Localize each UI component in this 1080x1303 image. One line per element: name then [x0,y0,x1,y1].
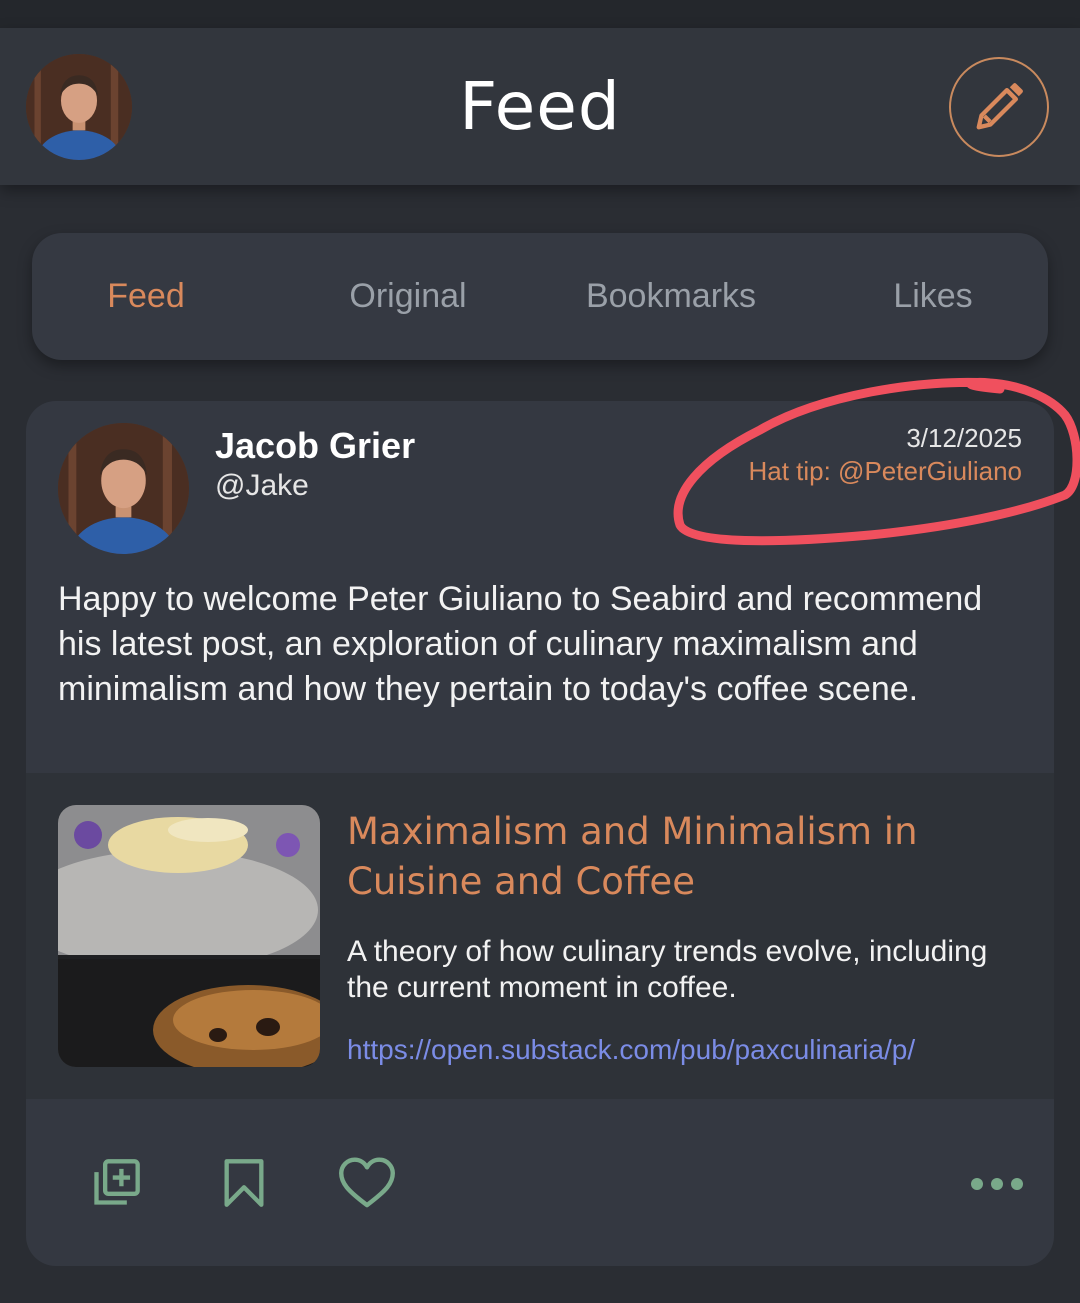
feed-tabs: Feed Original Bookmarks Likes [32,233,1048,360]
like-button[interactable] [336,1155,398,1211]
page-title: Feed [459,68,621,145]
app-header: Feed [0,28,1080,185]
more-button[interactable] [966,1169,1028,1199]
bookmark-button[interactable] [216,1155,272,1211]
link-thumbnail [58,805,320,1067]
post-date: 3/12/2025 [906,423,1022,453]
tab-likes[interactable]: Likes [893,277,972,316]
post-actions [26,1099,1054,1266]
add-to-list-button[interactable] [88,1155,144,1211]
more-icon [971,1178,1023,1190]
tab-original[interactable]: Original [349,277,466,316]
hat-tip[interactable]: Hat tip: @PeterGiuliano [748,456,1022,487]
link-preview[interactable]: Maximalism and Minimalism in Cuisine and… [26,773,1054,1099]
author-handle[interactable]: @Jake [215,469,309,503]
user-avatar-icon [58,423,189,554]
author-name[interactable]: Jacob Grier [215,425,415,467]
compose-button[interactable] [949,57,1049,157]
pencil-icon [976,83,1023,130]
tab-feed[interactable]: Feed [107,277,185,316]
post-body: Happy to welcome Peter Giuliano to Seabi… [58,580,983,708]
link-title[interactable]: Maximalism and Minimalism in Cuisine and… [347,807,987,907]
bookmark-icon [224,1159,264,1207]
heart-icon [339,1157,395,1208]
link-url[interactable]: https://open.substack.com/pub/paxculinar… [347,1034,915,1066]
food-photo [58,805,320,1067]
add-to-list-icon [94,1159,140,1205]
link-description: A theory of how culinary trends evolve, … [347,935,988,1004]
author-avatar[interactable] [58,423,189,554]
tab-bookmarks[interactable]: Bookmarks [586,277,756,316]
post-card[interactable]: Jacob Grier @Jake 3/12/2025 Hat tip: @Pe… [26,401,1054,1266]
status-strip [0,0,1080,28]
